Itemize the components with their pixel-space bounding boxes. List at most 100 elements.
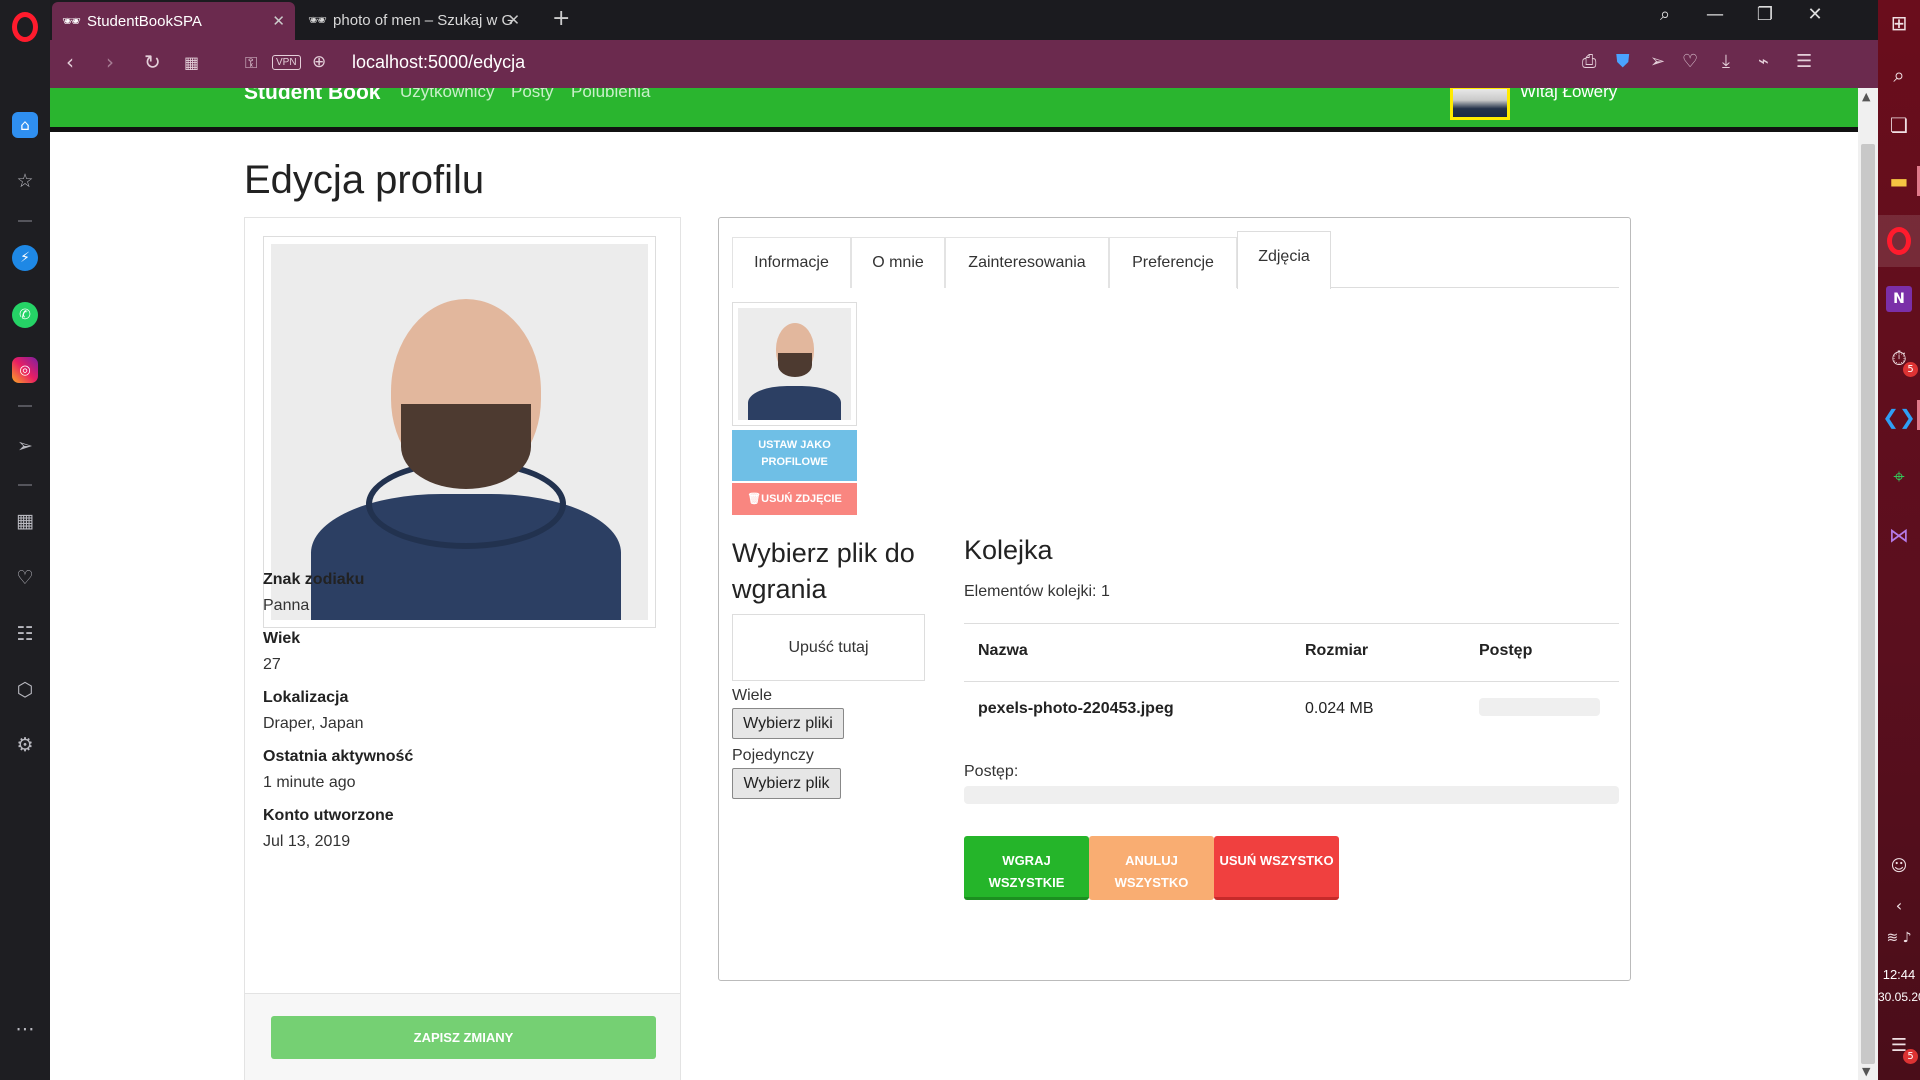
profile-photo-image — [271, 244, 648, 620]
set-as-profile-button[interactable]: USTAW JAKO PROFILOWE — [732, 430, 857, 481]
browser-tab-active[interactable]: 🕶 StudentBookSPA ✕ — [52, 2, 295, 40]
restore-icon[interactable]: ❐ — [1745, 4, 1785, 25]
tabs-grid-icon[interactable]: ▦ — [184, 53, 199, 72]
address-bar: ‹ › ↻ ▦ ⚿ VPN ⊕ localhost:5000/edycja ⎙ … — [50, 40, 1878, 88]
tab-zainteresowania[interactable]: Zainteresowania — [945, 237, 1109, 288]
home-icon[interactable]: ⌂ — [12, 112, 38, 138]
timer-app-icon[interactable]: ⏱ 5 — [1884, 343, 1918, 377]
send-icon[interactable]: ➢ — [1650, 51, 1665, 72]
reload-icon[interactable]: ↻ — [144, 50, 161, 74]
progress-label: Postęp: — [964, 763, 1019, 780]
key-icon[interactable]: ⚿ — [245, 53, 257, 73]
nav-link-posts[interactable]: Posty — [511, 88, 554, 102]
instagram-icon[interactable]: ◎ — [12, 357, 38, 383]
profile-photo — [263, 236, 656, 628]
nav-link-users[interactable]: Użytkownicy — [400, 88, 494, 102]
save-changes-button[interactable]: ZAPISZ ZMIANY — [271, 1016, 656, 1059]
choose-files-button[interactable]: Wybierz pliki — [732, 708, 844, 739]
speed-dial-icon[interactable]: ▦ — [12, 508, 38, 534]
table-row: pexels-photo-220453.jpeg 0.024 MB — [964, 681, 1619, 739]
nav-link-likes[interactable]: Polubienia — [571, 88, 650, 102]
back-icon[interactable]: ‹ — [66, 50, 74, 74]
incognito-icon: 🕶 — [308, 11, 328, 29]
tab-label: photo of men – Szukaj w G — [333, 11, 514, 29]
delete-photo-button[interactable]: 🗑USUŃ ZDJĘCIE — [732, 483, 857, 515]
upload-all-button[interactable]: WGRAJ WSZYSTKIE — [964, 836, 1089, 900]
tab-zdjecia[interactable]: Zdjęcia — [1237, 231, 1331, 289]
clock-date[interactable]: 30.05.2020 — [1878, 990, 1920, 1004]
cancel-all-button[interactable]: ANULUJ WSZYSTKO — [1089, 836, 1214, 900]
browser-tab[interactable]: 🕶 photo of men – Szukaj w G ✕ — [298, 4, 530, 36]
field-value: Draper, Japan — [263, 715, 364, 732]
drop-zone[interactable]: Upuść tutaj — [732, 614, 925, 681]
remove-all-button[interactable]: USUŃ WSZYSTKO — [1214, 836, 1339, 900]
windows-start-icon[interactable]: ⊞ — [1884, 8, 1914, 38]
clock-time[interactable]: 12:44 — [1878, 967, 1920, 982]
page-scrollbar[interactable]: ▲ ▼ — [1858, 88, 1878, 1080]
people-icon[interactable]: ☺ — [1884, 850, 1914, 880]
close-tab-icon[interactable]: ✕ — [272, 12, 285, 30]
easy-setup-icon[interactable]: ☰ — [1796, 51, 1812, 72]
box-icon[interactable]: ⬡ — [12, 677, 38, 703]
file-explorer-icon[interactable]: ▬ — [1884, 166, 1914, 196]
search-tabs-icon[interactable]: ⌕ — [1645, 4, 1685, 25]
wifi-volume-icon[interactable]: ≋ ♪ — [1884, 923, 1914, 953]
whatsapp-icon[interactable]: ✆ — [12, 302, 38, 328]
send-icon[interactable]: ➢ — [12, 433, 38, 459]
notification-badge: 5 — [1903, 1049, 1918, 1064]
shield-icon[interactable]: ⛊ — [1616, 51, 1630, 72]
new-tab-icon[interactable]: + — [552, 6, 570, 31]
notification-badge: 5 — [1903, 362, 1918, 377]
url-field[interactable]: localhost:5000/edycja — [352, 52, 525, 73]
chevron-up-icon[interactable]: ‹ — [1884, 890, 1914, 920]
minimize-icon[interactable]: — — [1695, 4, 1735, 25]
field-label: Lokalizacja — [263, 689, 349, 706]
heart-icon[interactable]: ♡ — [1682, 51, 1698, 72]
search-icon[interactable]: ⌕ — [1884, 60, 1914, 90]
choose-file-button[interactable]: Wybierz plik — [732, 768, 841, 799]
browser-tabbar: 🕶 StudentBookSPA ✕ 🕶 photo of men – Szuk… — [50, 0, 1878, 40]
user-greeting[interactable]: Witaj Łowery — [1520, 88, 1617, 102]
close-tab-icon[interactable]: ✕ — [507, 11, 520, 29]
opera-logo-icon[interactable] — [12, 12, 38, 42]
news-icon[interactable]: ☷ — [12, 621, 38, 647]
file-size: 0.024 MB — [1305, 700, 1374, 717]
tab-preferencje[interactable]: Preferencje — [1109, 237, 1237, 288]
zodiac-field: Znak zodiaku Panna — [263, 571, 364, 615]
nav-avatar[interactable] — [1450, 88, 1510, 120]
vscode-icon[interactable]: ❮❯ — [1882, 402, 1916, 432]
onenote-icon[interactable]: N — [1886, 286, 1912, 312]
scroll-down-icon[interactable]: ▼ — [1862, 1065, 1870, 1078]
snapshot-icon[interactable]: ⎙ — [1582, 51, 1596, 72]
opera-taskbar-icon[interactable] — [1878, 215, 1920, 267]
close-window-icon[interactable]: ✕ — [1795, 4, 1835, 25]
vpn-badge[interactable]: VPN — [272, 55, 301, 70]
scroll-up-icon[interactable]: ▲ — [1862, 90, 1870, 103]
visual-studio-icon[interactable]: ⋈ — [1884, 520, 1914, 550]
action-center-icon[interactable]: ☰ 5 — [1884, 1030, 1918, 1064]
messenger-icon[interactable]: ⚡ — [12, 245, 38, 271]
heart-icon[interactable]: ♡ — [12, 565, 38, 591]
scroll-thumb[interactable] — [1861, 144, 1875, 1064]
queue-count: Elementów kolejki: 1 — [964, 583, 1110, 600]
star-icon[interactable]: ☆ — [12, 168, 38, 194]
photo-thumbnail-image — [738, 308, 851, 420]
tab-informacje[interactable]: Informacje — [732, 237, 851, 288]
maps-icon[interactable]: ⌖ — [1884, 461, 1914, 491]
windows-taskbar: ⊞ ⌕ ❏ ▬ N ⏱ 5 ❮❯ ⌖ ⋈ ☺ ‹ ≋ ♪ 12:44 30.05.… — [1878, 0, 1920, 1080]
settings-icon[interactable]: ⚙ — [12, 732, 38, 758]
more-icon[interactable]: ⋯ — [12, 1016, 38, 1042]
column-header-size: Rozmiar — [1305, 642, 1369, 659]
photo-thumbnail — [732, 302, 857, 426]
age-field: Wiek 27 — [263, 630, 300, 674]
app-navbar: Student Book Użytkownicy Posty Polubieni… — [50, 88, 1858, 132]
field-value: 1 minute ago — [263, 774, 356, 791]
task-view-icon[interactable]: ❏ — [1884, 110, 1914, 140]
forward-icon[interactable]: › — [106, 50, 114, 74]
multiple-label: Wiele — [732, 687, 773, 704]
field-value: Jul 13, 2019 — [263, 833, 351, 850]
tab-o-mnie[interactable]: O mnie — [851, 237, 945, 288]
download-icon[interactable]: ⤓ — [1722, 51, 1730, 72]
battery-icon[interactable]: ⌁ — [1758, 51, 1769, 72]
brand-link[interactable]: Student Book — [244, 88, 381, 105]
